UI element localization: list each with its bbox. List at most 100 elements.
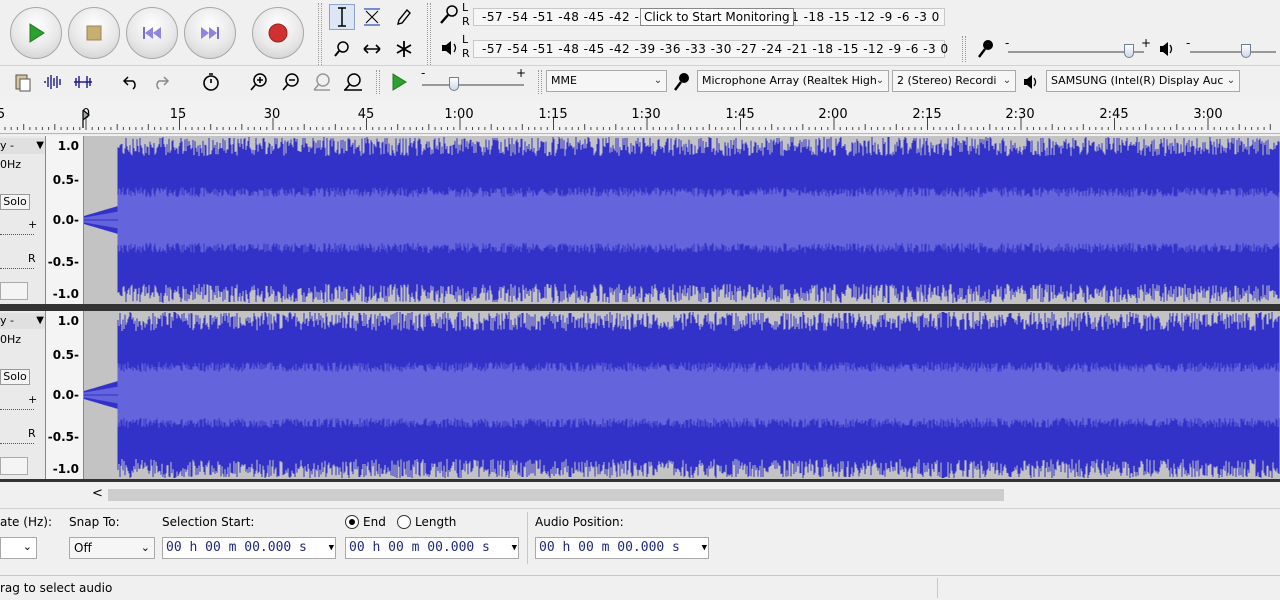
scale-label: -1.0 (52, 462, 79, 476)
snap-to-label: Snap To: (69, 515, 120, 529)
audio-host-select[interactable]: MME ⌄ (546, 70, 667, 92)
collapse-track-button[interactable] (0, 282, 28, 300)
undo-icon (122, 76, 136, 90)
pan-slider[interactable] (0, 268, 34, 269)
recording-meter-scale: -57 -54 -51 -48 -45 -42 -3 (482, 10, 648, 24)
meter-channel-l: L (462, 1, 469, 14)
scrollbar-thumb[interactable] (108, 489, 1004, 501)
sync-lock-button[interactable] (198, 69, 224, 95)
selection-tool[interactable] (329, 4, 355, 30)
selection-end-time[interactable]: 00 h 00 m 00.000 s ▼ (345, 537, 519, 559)
speaker-volume-slider[interactable] (1190, 51, 1276, 53)
waveform (84, 137, 1280, 303)
speaker-device-icon (1022, 73, 1040, 94)
play-at-speed-button[interactable] (386, 69, 412, 95)
paste-button[interactable] (10, 69, 36, 95)
scroll-left-arrow-icon[interactable]: < (92, 486, 103, 501)
end-label: End (363, 515, 386, 529)
zoom-out-icon (282, 73, 299, 91)
selection-start-time[interactable]: 00 h 00 m 00.000 s ▼ (162, 537, 336, 559)
chevron-down-icon: ⌄ (653, 75, 663, 86)
speaker-volume-thumb[interactable] (1241, 44, 1251, 58)
horizontal-scrollbar[interactable]: < (90, 486, 1280, 504)
zoom-tool[interactable] (329, 36, 355, 62)
zoom-out-button[interactable] (278, 69, 304, 95)
scale-label: 0.0- (52, 388, 79, 402)
mic-volume-min: - (1005, 36, 1010, 50)
toolbar-grip[interactable] (318, 3, 322, 65)
end-radio[interactable] (345, 515, 359, 529)
skip-to-end-button[interactable] (184, 7, 236, 59)
toolbar-separator (527, 512, 528, 564)
audio-position-time[interactable]: 00 h 00 m 00.000 s ▼ (535, 537, 709, 559)
speaker-meter-icon[interactable] (440, 38, 460, 61)
recording-meter-scale-tail: 21 -18 -15 -12 -9 -6 -3 0 (783, 10, 940, 24)
track-area-bottom-border (0, 479, 1280, 482)
length-label: Length (415, 515, 457, 529)
envelope-tool[interactable] (359, 4, 385, 30)
selection-toolbar-divider (0, 508, 1280, 509)
chevron-down-icon: ▼ (701, 543, 707, 553)
length-radio[interactable] (397, 515, 411, 529)
gain-slider[interactable] (0, 409, 34, 410)
scale-label: 0.0- (52, 213, 79, 227)
playback-speed-thumb[interactable] (449, 77, 459, 91)
pan-r-label: R (28, 427, 36, 440)
toolbar-grip[interactable] (962, 36, 966, 62)
undo-button[interactable] (118, 69, 144, 95)
toolbar-grip[interactable] (427, 3, 431, 65)
speed-max-label: + (516, 66, 527, 80)
chevron-down-icon: ⌄ (1226, 75, 1236, 86)
stop-button[interactable] (68, 7, 120, 59)
waveform-display[interactable] (84, 136, 1280, 304)
status-divider (937, 578, 938, 598)
playback-device-select[interactable]: SAMSUNG (Intel(R) Display Auc ⌄ (1046, 70, 1240, 92)
toolbar-grip[interactable] (376, 70, 380, 94)
record-meter-icon[interactable] (438, 4, 462, 29)
timeline-ruler[interactable]: 5 0 15 30 45 1:00 1:15 1:30 1:45 2:00 2:… (0, 100, 1280, 134)
mic-volume-thumb[interactable] (1124, 44, 1134, 58)
solo-button[interactable]: Solo (0, 369, 30, 385)
multi-tool[interactable] (391, 36, 417, 62)
playback-meter[interactable]: -57 -54 -51 -48 -45 -42 -39 -36 -33 -30 … (473, 40, 948, 58)
pan-r-label: R (28, 252, 36, 265)
recording-channels-select[interactable]: 2 (Stereo) Recordi ⌄ (892, 70, 1016, 92)
time-shift-tool[interactable] (359, 36, 385, 62)
waveform-display[interactable] (84, 311, 1280, 479)
chevron-down-icon: ⌄ (1002, 75, 1012, 86)
silence-audio-button[interactable] (70, 69, 96, 95)
redo-button[interactable] (148, 69, 174, 95)
ibeam-icon (338, 7, 346, 27)
audio-track-2[interactable]: y - ▼ 0Hz Solo + R 1.0 0.5- 0.0- -0.5- -… (0, 311, 1280, 479)
play-head-icon[interactable] (81, 108, 91, 130)
skip-end-icon (201, 27, 219, 39)
toolbar-grip[interactable] (538, 70, 542, 94)
fit-project-button[interactable] (340, 69, 366, 95)
recording-device-select[interactable]: Microphone Array (Realtek High ⌄ (697, 70, 889, 92)
fit-selection-button[interactable] (309, 69, 335, 95)
pencil-icon (397, 8, 411, 25)
zoom-in-icon (250, 73, 267, 91)
track-name-menu[interactable]: y - ▼ (0, 313, 45, 329)
playback-speed-slider[interactable] (422, 84, 524, 86)
pan-slider[interactable] (0, 443, 34, 444)
zoom-in-button[interactable] (246, 69, 272, 95)
selection-start-value: 00 h 00 m 00.000 s (166, 540, 307, 555)
track-name-menu[interactable]: y - ▼ (0, 138, 45, 154)
gain-slider[interactable] (0, 234, 34, 235)
snap-to-select[interactable]: Off ⌄ (69, 537, 155, 559)
stop-icon (86, 25, 102, 41)
solo-button[interactable]: Solo (0, 194, 30, 210)
record-icon (268, 23, 288, 43)
play-button[interactable] (10, 7, 62, 59)
chevron-down-icon: ▼ (36, 140, 44, 151)
skip-to-start-button[interactable] (126, 7, 178, 59)
scale-label: 0.5- (52, 173, 79, 187)
collapse-track-button[interactable] (0, 457, 28, 475)
record-button[interactable] (252, 7, 304, 59)
trim-audio-button[interactable] (40, 69, 66, 95)
audio-track-1[interactable]: y - ▼ 0Hz Solo + R 1.0 0.5- 0.0- -0.5- -… (0, 136, 1280, 304)
draw-tool[interactable] (391, 4, 417, 30)
pan-plus-label: + (28, 393, 38, 406)
project-rate-select[interactable]: ⌄ (0, 537, 37, 559)
